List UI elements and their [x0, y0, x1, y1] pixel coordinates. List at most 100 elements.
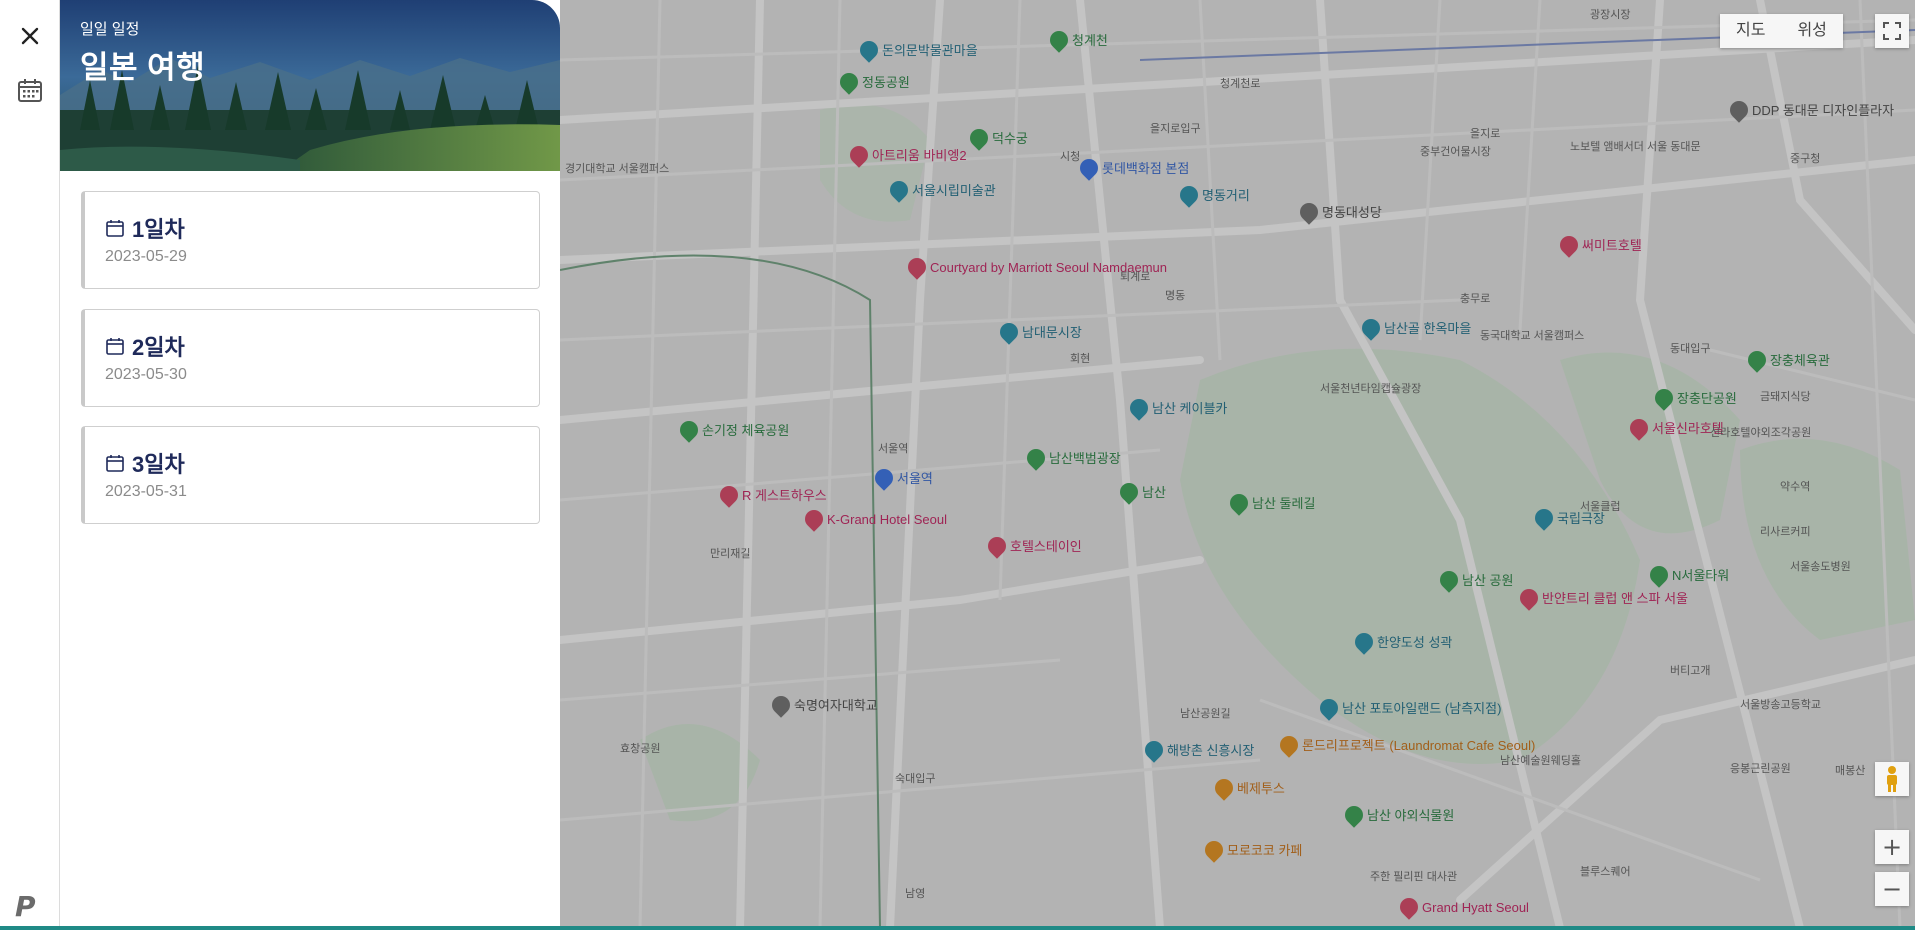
poi-marker[interactable]: 정동공원 — [836, 68, 910, 95]
day-card[interactable]: 1일차 2023-05-29 — [81, 191, 540, 289]
map-label: 경기대학교 서울캠퍼스 — [565, 163, 670, 175]
poi-marker[interactable]: 손기정 체육공원 — [676, 416, 789, 443]
poi-marker[interactable]: 남산 둘레길 — [1226, 489, 1315, 516]
map-label: 충무로 — [1460, 293, 1491, 305]
park-marker-icon — [1023, 444, 1049, 471]
poi-marker[interactable]: 남산 케이블카 — [1126, 394, 1227, 421]
poi-marker[interactable]: 장충단공원 — [1651, 384, 1737, 411]
stadium-marker-icon — [1744, 346, 1770, 373]
map-label: 시청 — [1060, 151, 1081, 163]
side-rail: P — [0, 0, 60, 928]
poi-marker[interactable]: 호텔스테이인 — [984, 532, 1082, 559]
museum-marker-icon — [1358, 314, 1384, 341]
poi-marker[interactable]: R 게스트하우스 — [716, 481, 827, 508]
poi-marker[interactable]: 반얀트리 클럽 앤 스파 서울 — [1516, 584, 1688, 611]
poi-marker[interactable]: 돈의문박물관마을 — [856, 36, 978, 63]
hiking-marker-icon — [1226, 489, 1252, 516]
poi-marker[interactable]: 모로코코 카페 — [1201, 836, 1302, 863]
poi-marker[interactable]: K-Grand Hotel Seoul — [801, 506, 947, 532]
satellite-view-button[interactable]: 위성 — [1781, 14, 1842, 48]
map-label: 중부건어물시장 — [1420, 146, 1491, 158]
poi-marker[interactable]: DDP 동대문 디자인플라자 — [1726, 96, 1894, 123]
zoom-out-button[interactable]: − — [1875, 872, 1909, 906]
map-view-button[interactable]: 지도 — [1720, 14, 1781, 48]
day-label: 1일차 — [132, 217, 185, 242]
close-icon[interactable] — [14, 20, 46, 52]
tower-marker-icon — [1646, 561, 1672, 588]
fullscreen-button[interactable] — [1875, 14, 1909, 48]
poi-marker[interactable]: 청계천 — [1046, 26, 1108, 53]
restaurant-marker-icon — [1211, 774, 1237, 801]
church-marker-icon — [1296, 198, 1322, 225]
street-view-button[interactable] — [1875, 762, 1909, 796]
map-label: 서울클럽 — [1580, 501, 1621, 513]
camera-marker-icon — [1316, 694, 1342, 721]
hotel-marker-icon — [846, 141, 872, 168]
hotel-marker-icon — [1626, 414, 1652, 441]
map-label: 버티고개 — [1670, 665, 1711, 677]
poi-marker[interactable]: 서울역 — [871, 464, 933, 491]
map-label: 금돼지식당 — [1760, 391, 1811, 403]
camera-marker-icon — [1176, 181, 1202, 208]
calendar-icon — [106, 455, 124, 472]
hotel-marker-icon — [1396, 894, 1422, 920]
poi-marker[interactable]: 남산골 한옥마을 — [1358, 314, 1471, 341]
map-label: 명동 — [1165, 290, 1186, 302]
poi-marker[interactable]: 써미트호텔 — [1556, 231, 1642, 258]
day-card[interactable]: 2일차 2023-05-30 — [81, 309, 540, 407]
map-label: 청계천로 — [1220, 78, 1261, 90]
zoom-in-button[interactable]: + — [1875, 830, 1909, 864]
map-label: 회현 — [1070, 353, 1091, 365]
bottom-accent-bar — [0, 926, 1915, 930]
poi-marker[interactable]: N서울타워 — [1646, 561, 1729, 588]
day-label: 3일차 — [132, 452, 185, 477]
cafe-marker-icon — [1276, 731, 1302, 758]
poi-marker[interactable]: 롯데백화점 본점 — [1076, 154, 1189, 181]
poi-marker[interactable]: Grand Hyatt Seoul — [1396, 894, 1529, 920]
map-label: 리사르커피 — [1760, 526, 1811, 538]
app-logo: P — [15, 890, 36, 923]
map-label: 만리재길 — [710, 548, 751, 560]
poi-marker[interactable]: 서울시립미술관 — [886, 176, 996, 203]
map-label: 신라호텔야외조각공원 — [1710, 427, 1812, 439]
itinerary-panel: 일일 일정 일본 여행 1일차 2023-05-29 2일차 2023-05-3… — [60, 0, 560, 928]
poi-marker[interactable]: 남산 야외식물원 — [1341, 801, 1454, 828]
poi-marker[interactable]: 남산백범광장 — [1023, 444, 1121, 471]
poi-marker[interactable]: 숙명여자대학교 — [768, 691, 878, 718]
poi-marker[interactable]: 남산 — [1116, 478, 1166, 505]
poi-marker[interactable]: 남산 포토아일랜드 (남측지점) — [1316, 694, 1501, 721]
poi-marker[interactable]: 론드리프로젝트 (Laundromat Cafe Seoul) — [1276, 731, 1535, 758]
poi-marker[interactable]: 베제투스 — [1211, 774, 1285, 801]
day-date: 2023-05-31 — [105, 483, 187, 500]
calendar-icon — [106, 338, 124, 355]
poi-marker[interactable]: 덕수궁 — [966, 124, 1028, 151]
poi-marker[interactable]: 남산 공원 — [1436, 566, 1513, 593]
poi-marker[interactable]: 아트리움 바비엥2 — [846, 141, 967, 168]
map-label: 남영 — [905, 888, 926, 900]
day-card[interactable]: 3일차 2023-05-31 — [81, 426, 540, 524]
map-label: 노보텔 앰배서더 서울 동대문 — [1570, 141, 1701, 153]
poi-marker[interactable]: 한양도성 성곽 — [1351, 628, 1452, 655]
map-label: 약수역 — [1780, 481, 1811, 493]
poi-marker[interactable]: 남대문시장 — [996, 318, 1082, 345]
cable-car-marker-icon — [1126, 394, 1152, 421]
zoom-in-icon: + — [1881, 833, 1903, 861]
poi-marker[interactable]: 해방촌 신흥시장 — [1141, 736, 1254, 763]
trip-header: 일일 일정 일본 여행 — [60, 0, 560, 171]
hotel-marker-icon — [801, 506, 827, 532]
map-label: 서울방송고등학교 — [1740, 699, 1821, 711]
calendar-icon[interactable] — [14, 74, 46, 106]
poi-marker[interactable]: 명동대성당 — [1296, 198, 1382, 225]
poi-marker[interactable]: 장충체육관 — [1744, 346, 1830, 373]
poi-marker[interactable]: 명동거리 — [1176, 181, 1250, 208]
map-label: 중구청 — [1790, 153, 1821, 165]
map-label: 남산예술원웨딩홀 — [1500, 755, 1581, 767]
hotel-marker-icon — [984, 532, 1010, 559]
map-view[interactable]: N서울타워 남산 공원 남대문시장 서울역 덕수궁 명동거리 명동대성당 Cou… — [560, 0, 1915, 928]
map-label: 매봉산 — [1835, 765, 1866, 777]
day-date: 2023-05-29 — [105, 248, 187, 265]
map-label: 퇴계로 — [1120, 271, 1151, 283]
restaurant-marker-icon — [1201, 836, 1227, 863]
map-label: 응봉근린공원 — [1730, 763, 1791, 775]
hotel-marker-icon — [904, 254, 930, 280]
